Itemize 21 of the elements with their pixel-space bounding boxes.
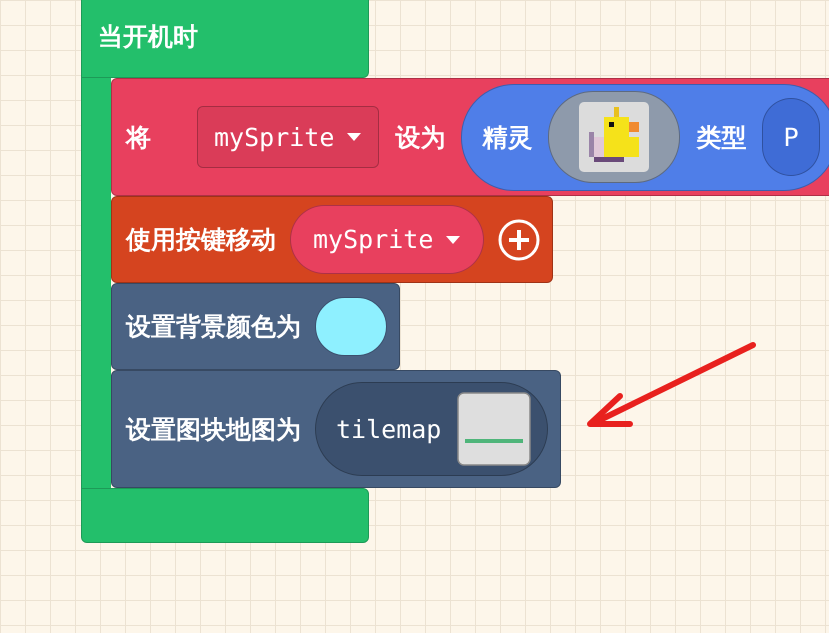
block-label: 设置背景颜色为 bbox=[126, 311, 301, 343]
duck-sprite-icon bbox=[579, 102, 650, 172]
block-label: 精灵 bbox=[482, 122, 532, 154]
block-label: 将 bbox=[126, 122, 151, 154]
variable-dropdown[interactable]: mySprite bbox=[290, 205, 484, 274]
code-block[interactable]: 将 mySprite 设为 精灵 类型 P bbox=[111, 78, 829, 196]
block-label: 当开机时 bbox=[98, 22, 198, 51]
add-icon bbox=[498, 218, 540, 260]
caret-icon bbox=[346, 132, 362, 142]
code-block[interactable]: 设置图块地图为 tilemap bbox=[111, 370, 562, 488]
caret-icon bbox=[445, 234, 462, 244]
block-label: 设为 bbox=[395, 122, 446, 154]
code-block[interactable]: 设置背景颜色为 bbox=[111, 283, 400, 370]
tilemap-thumbnail-icon bbox=[457, 392, 532, 466]
variable-name: tilemap bbox=[336, 414, 442, 444]
block-label: 设置图块地图为 bbox=[126, 414, 301, 446]
variable-dropdown[interactable]: mySprite bbox=[197, 106, 380, 168]
code-block[interactable]: 使用按键移动 mySprite bbox=[111, 196, 554, 283]
type-dropdown[interactable]: P bbox=[762, 98, 820, 176]
block-label: 类型 bbox=[696, 122, 746, 154]
block-label: 使用按键移动 bbox=[126, 224, 276, 256]
